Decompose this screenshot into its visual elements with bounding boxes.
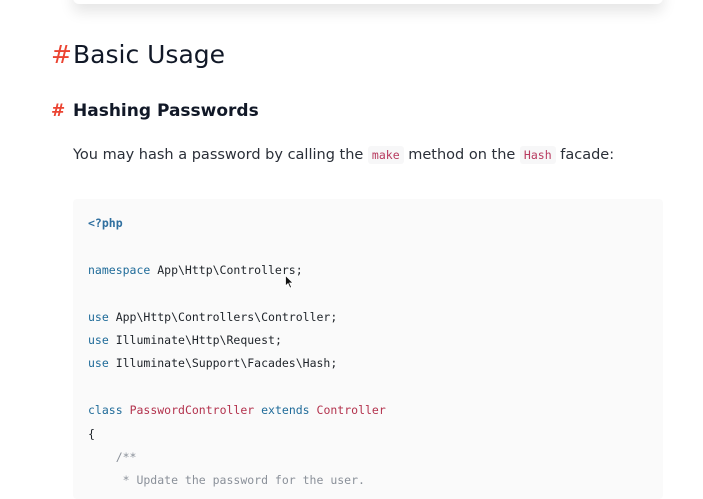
code-token: use	[88, 356, 109, 371]
code-line: /**	[88, 446, 386, 469]
code-token: use	[88, 332, 109, 347]
code-line: use Illuminate\Http\Request;	[88, 329, 386, 352]
paragraph-text: You may hash a password by calling the	[73, 147, 368, 163]
inline-code-make: make	[367, 146, 404, 164]
code-token: Illuminate\Http\Request;	[108, 332, 282, 347]
code-token: namespace	[88, 262, 151, 277]
heading-anchor-link[interactable]: #	[51, 38, 73, 72]
paragraph-text: facade:	[555, 147, 615, 163]
code-line: {	[88, 423, 386, 446]
code-token: Controller	[316, 403, 386, 418]
code-block: <?php namespace App\Http\Controllers; use …	[73, 199, 663, 499]
subsection-heading-text: Hashing Passwords	[73, 101, 259, 121]
code-line: use App\Http\Controllers\Controller;	[88, 306, 386, 329]
code-token: App\Http\Controllers;	[150, 262, 303, 277]
code-lines: <?php namespace App\Http\Controllers; use …	[88, 212, 386, 493]
paragraph-text: method on the	[403, 147, 520, 163]
code-token: use	[88, 309, 109, 324]
code-token: PasswordController	[129, 403, 255, 418]
code-token: Illuminate\Support\Facades\Hash;	[108, 356, 338, 371]
code-line: use Illuminate\Support\Facades\Hash;	[88, 352, 386, 375]
previous-card-shadow	[73, 0, 663, 4]
intro-paragraph: You may hash a password by calling the m…	[73, 144, 614, 166]
code-token: * Update the password for the user.	[88, 473, 365, 488]
code-token: class	[88, 403, 123, 418]
subsection-heading: # Hashing Passwords	[51, 98, 259, 124]
code-token: <?php	[88, 216, 123, 230]
code-line: * Update the password for the user.	[88, 469, 386, 492]
code-token: /**	[88, 449, 137, 464]
mouse-pointer-icon	[285, 275, 294, 289]
code-line: namespace App\Http\Controllers;	[88, 259, 386, 282]
section-heading: #Basic Usage	[51, 38, 225, 72]
code-token: {	[88, 426, 95, 441]
code-line: class PasswordController extends Control…	[88, 399, 386, 422]
subheading-anchor-link[interactable]: #	[51, 98, 73, 124]
code-token: App\Http\Controllers\Controller;	[108, 309, 338, 324]
inline-code-hash: Hash	[519, 146, 556, 164]
section-heading-text: Basic Usage	[73, 40, 226, 69]
code-line: <?php	[88, 212, 386, 235]
code-token: extends	[261, 403, 310, 418]
